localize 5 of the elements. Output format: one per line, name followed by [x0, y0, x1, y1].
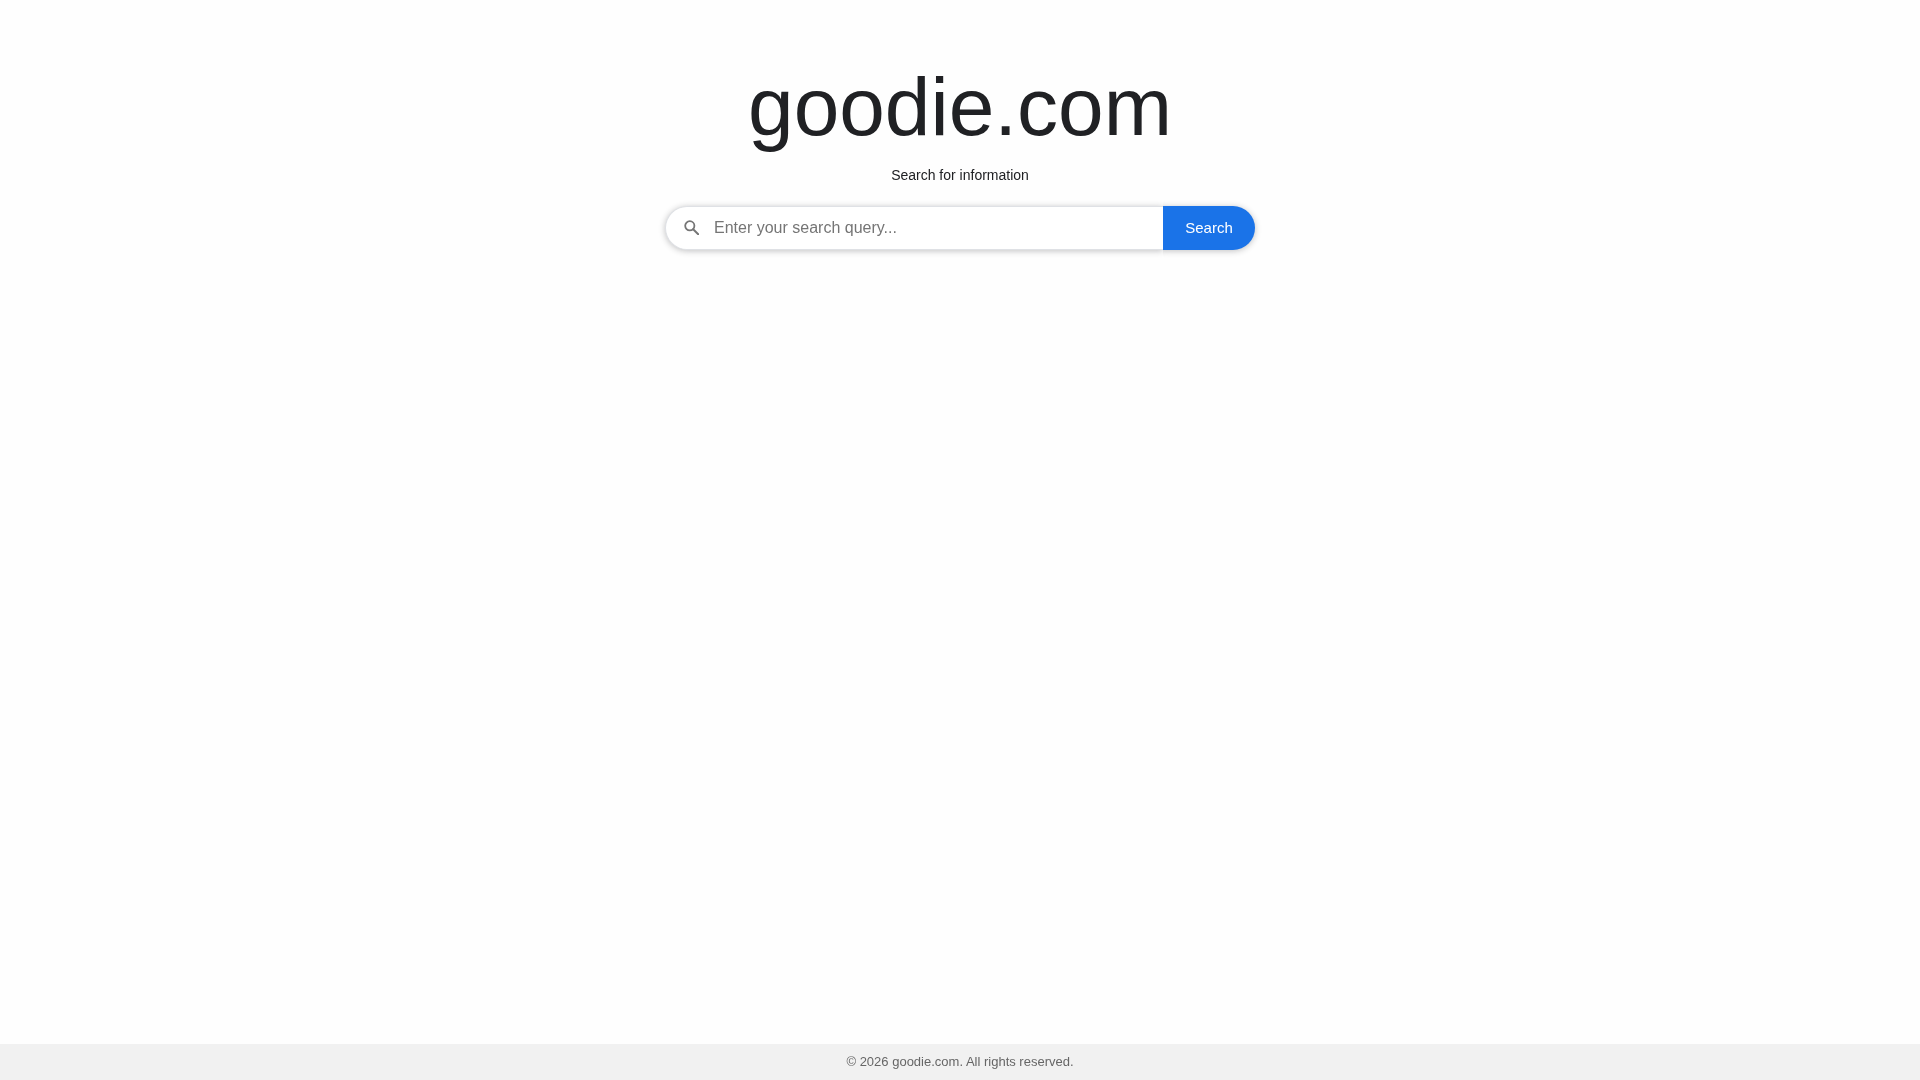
search-icon	[684, 220, 699, 236]
copyright-text: © 2026 goodie.com. All rights reserved.	[846, 1053, 1074, 1072]
tagline: Search for information	[891, 167, 1029, 184]
search-field[interactable]: Enter your search query...	[665, 205, 1163, 250]
search-button[interactable]: Search	[1163, 205, 1255, 250]
